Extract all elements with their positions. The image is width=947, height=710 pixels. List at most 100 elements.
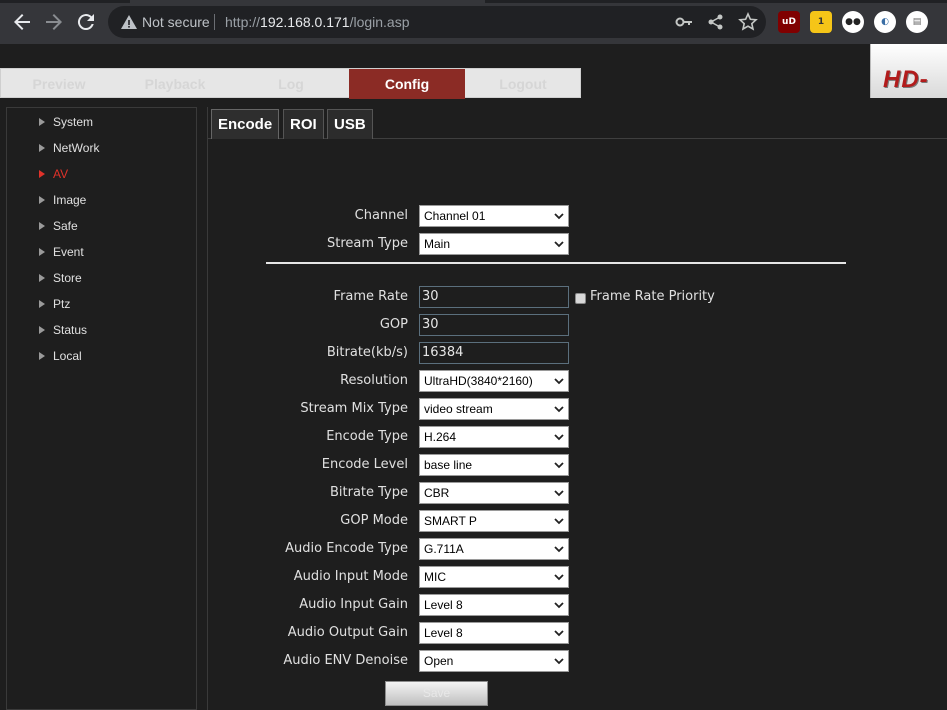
not-secure-label[interactable]: Not secure <box>142 6 210 38</box>
channel-select[interactable]: Channel 01 <box>419 205 569 227</box>
gop-mode-value: SMART P <box>424 514 477 528</box>
resolution-label: Resolution <box>340 373 408 388</box>
warning-icon[interactable] <box>120 13 138 31</box>
sub-tab-bar: Encode ROI USB <box>208 107 947 139</box>
sidebar-item-label: Store <box>53 271 82 285</box>
bitrate-type-label: Bitrate Type <box>329 485 408 500</box>
reload-icon[interactable] <box>74 10 98 34</box>
nav-tab-preview[interactable]: Preview <box>1 69 117 99</box>
url-host: 192.168.0.171 <box>260 14 350 30</box>
stream-mix-type-label: Stream Mix Type <box>300 401 408 416</box>
encode-type-label: Encode Type <box>326 429 408 444</box>
omnibox-divider <box>214 14 215 30</box>
audio-input-gain-select[interactable]: Level 8 <box>419 594 569 616</box>
section-divider <box>266 262 846 264</box>
audio-input-mode-select[interactable]: MIC <box>419 566 569 588</box>
frame-rate-priority-label: Frame Rate Priority <box>590 289 715 304</box>
brand-logo: HD- <box>870 44 947 98</box>
bitrate-type-value: CBR <box>424 486 450 500</box>
camera-web-ui: Preview Playback Log Config Logout HD- S… <box>0 44 947 710</box>
ghostery-extension-icon[interactable]: ●● <box>842 11 864 33</box>
sidebar-item-label: System <box>53 115 94 129</box>
encode-level-label: Encode Level <box>321 457 408 472</box>
stream-mix-type-value: video stream <box>424 402 493 416</box>
stream-type-value: Main <box>424 237 451 251</box>
key-icon[interactable] <box>674 12 694 32</box>
expand-triangle-icon <box>39 274 45 282</box>
audio-encode-type-select[interactable]: G.711A <box>419 538 569 560</box>
main-navigation: Preview Playback Log Config Logout <box>0 68 581 99</box>
chevron-down-icon <box>554 213 564 220</box>
chevron-down-icon <box>554 378 564 385</box>
encode-type-select[interactable]: H.264 <box>419 426 569 448</box>
chevron-down-icon <box>554 602 564 609</box>
nav-tab-config[interactable]: Config <box>349 69 465 99</box>
back-icon[interactable] <box>10 10 34 34</box>
url-scheme: http:// <box>225 14 261 30</box>
document-extension-icon[interactable]: ▤ <box>906 11 928 33</box>
stream-type-select[interactable]: Main <box>419 233 569 255</box>
sidebar-item-label: NetWork <box>53 141 100 155</box>
tab-usb[interactable]: USB <box>327 109 373 139</box>
sidebar-item-label: AV <box>53 167 69 181</box>
config-content: Encode ROI USB Channel Channel 01 Stream… <box>207 107 947 710</box>
encode-level-select[interactable]: base line <box>419 454 569 476</box>
expand-triangle-icon <box>39 144 45 152</box>
expand-triangle-icon <box>39 196 45 204</box>
expand-triangle-icon <box>39 170 45 178</box>
chevron-down-icon <box>554 241 564 248</box>
share-icon[interactable] <box>706 12 726 32</box>
nav-tab-log[interactable]: Log <box>233 69 349 99</box>
chevron-down-icon <box>554 490 564 497</box>
frame-rate-priority-checkbox[interactable] <box>575 293 586 304</box>
chevron-down-icon <box>554 434 564 441</box>
star-icon[interactable] <box>738 12 758 32</box>
audio-input-mode-value: MIC <box>424 570 446 584</box>
frame-rate-input[interactable]: 30 <box>419 286 569 308</box>
chevron-down-icon <box>554 406 564 413</box>
channel-label: Channel <box>354 208 408 223</box>
logo-text: HD- <box>883 66 929 93</box>
expand-triangle-icon <box>39 118 45 126</box>
tab-strip <box>0 0 947 3</box>
audio-env-denoise-label: Audio ENV Denoise <box>283 653 408 668</box>
bitrate-type-select[interactable]: CBR <box>419 482 569 504</box>
audio-encode-type-label: Audio Encode Type <box>285 541 408 556</box>
bitrate-label: Bitrate(kb/s) <box>326 345 408 360</box>
tab-roi[interactable]: ROI <box>283 109 324 139</box>
save-button[interactable]: Save <box>385 681 488 706</box>
tracker-extension-icon[interactable]: ◐ <box>874 11 896 33</box>
audio-encode-type-value: G.711A <box>424 542 464 556</box>
audio-output-gain-select[interactable]: Level 8 <box>419 622 569 644</box>
audio-output-gain-label: Audio Output Gain <box>287 625 408 640</box>
encode-level-value: base line <box>424 458 473 472</box>
bitrate-input[interactable]: 16384 <box>419 342 569 364</box>
forward-icon[interactable] <box>42 10 66 34</box>
audio-env-denoise-value: Open <box>424 654 454 668</box>
audio-input-gain-value: Level 8 <box>424 598 463 612</box>
audio-input-mode-label: Audio Input Mode <box>293 569 408 584</box>
audio-output-gain-value: Level 8 <box>424 626 463 640</box>
notes-extension-icon[interactable]: 1 <box>810 11 832 33</box>
resolution-select[interactable]: UltraHD(3840*2160) <box>419 370 569 392</box>
address-bar[interactable]: Not secure http://192.168.0.171/login.as… <box>108 6 766 38</box>
resolution-value: UltraHD(3840*2160) <box>424 374 533 388</box>
nav-tab-logout[interactable]: Logout <box>465 69 581 99</box>
chevron-down-icon <box>554 518 564 525</box>
nav-tab-playback[interactable]: Playback <box>117 69 233 99</box>
tab-encode[interactable]: Encode <box>211 109 280 139</box>
active-browser-tab[interactable] <box>130 0 485 3</box>
browser-toolbar: Not secure http://192.168.0.171/login.as… <box>0 0 947 44</box>
gop-label: GOP <box>379 317 408 332</box>
gop-mode-select[interactable]: SMART P <box>419 510 569 532</box>
chevron-down-icon <box>554 574 564 581</box>
stream-mix-type-select[interactable]: video stream <box>419 398 569 420</box>
url-text[interactable]: http://192.168.0.171/login.asp <box>225 6 410 38</box>
audio-env-denoise-select[interactable]: Open <box>419 650 569 672</box>
stream-type-label: Stream Type <box>326 236 408 251</box>
gop-mode-label: GOP Mode <box>340 513 408 528</box>
gop-input[interactable]: 30 <box>419 314 569 336</box>
ublock-extension-icon[interactable]: uD <box>778 11 800 33</box>
url-path: /login.asp <box>349 14 410 30</box>
chevron-down-icon <box>554 546 564 553</box>
